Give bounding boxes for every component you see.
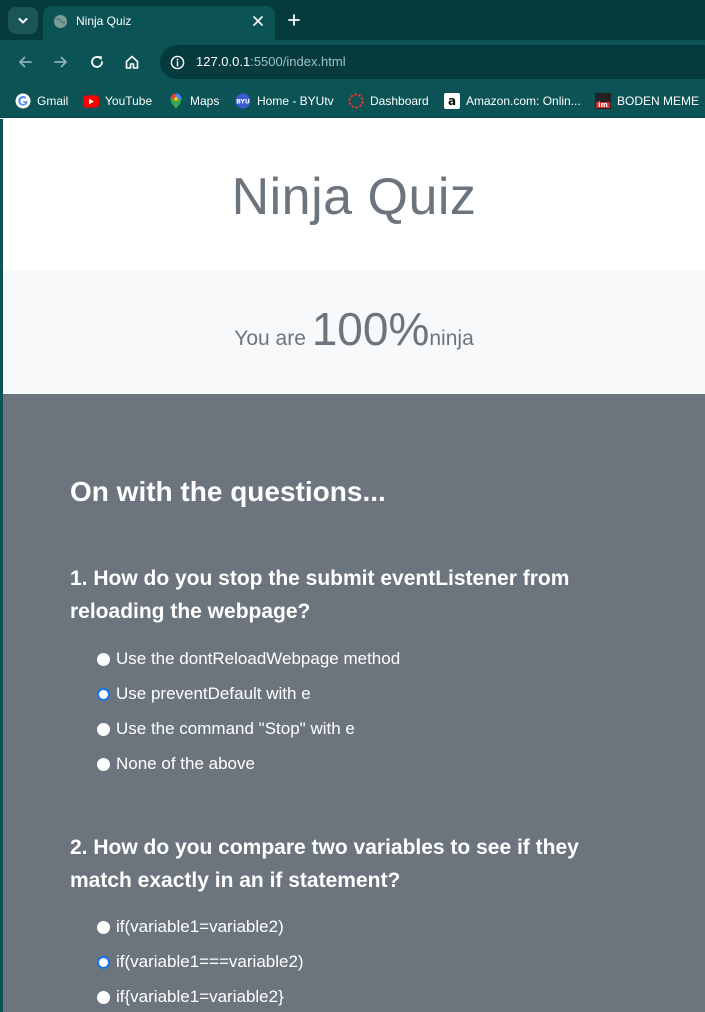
reload-button[interactable]	[85, 50, 109, 74]
quiz-heading: On with the questions...	[70, 476, 386, 507]
result-score: 100%	[311, 303, 430, 355]
url-text[interactable]: 127.0.0.1:5500/index.html	[196, 54, 346, 69]
question-1-option-a[interactable]: Use the dontReloadWebpage method	[97, 648, 400, 670]
result-prefix: You are	[234, 327, 312, 350]
bookmark-label: BODEN MEME	[617, 94, 700, 108]
question-2-text: 2. How do you compare two variables to s…	[70, 836, 579, 892]
bookmark-maps[interactable]: Maps	[168, 92, 219, 110]
back-button[interactable]	[13, 50, 37, 74]
home-icon	[125, 55, 139, 69]
question-1-text: 1. How do you stop the submit eventListe…	[70, 567, 570, 623]
result-text: You are 100%ninja	[0, 302, 705, 356]
arrow-right-icon	[54, 56, 67, 68]
google-icon	[15, 93, 31, 109]
radio-button[interactable]	[97, 955, 110, 969]
forward-button[interactable]	[49, 50, 73, 74]
option-label: if(variable1===variable2)	[116, 952, 304, 971]
bookmark-label: Home - BYUtv	[257, 94, 334, 108]
youtube-icon	[83, 93, 99, 109]
maps-pin-icon	[168, 93, 184, 109]
radio-button[interactable]	[97, 920, 110, 934]
tab-search-button[interactable]	[8, 7, 38, 34]
result-suffix: ninja	[429, 327, 474, 350]
close-icon	[253, 16, 263, 26]
tab-close-button[interactable]	[249, 12, 267, 30]
quiz-form: On with the questions... 1. How do you s…	[0, 394, 705, 1012]
question-1-option-c[interactable]: Use the command "Stop" with e	[97, 718, 355, 740]
radio-button[interactable]	[97, 990, 110, 1004]
option-label: if(variable1=variable2)	[116, 917, 284, 936]
question-1-option-b[interactable]: Use preventDefault with e	[97, 683, 311, 705]
bookmark-label: Dashboard	[370, 94, 429, 108]
globe-icon	[53, 14, 68, 29]
result-section: You are 100%ninja	[0, 270, 705, 394]
option-label: Use the command "Stop" with e	[116, 719, 355, 738]
question-1-option-d[interactable]: None of the above	[97, 753, 255, 775]
bookmark-label: Maps	[190, 94, 220, 108]
plus-icon	[288, 14, 300, 26]
bookmark-amazon[interactable]: a Amazon.com: Onlin...	[444, 92, 581, 110]
home-button[interactable]	[120, 50, 144, 74]
bookmark-label: Amazon.com: Onlin...	[466, 94, 581, 108]
tab-title: Ninja Quiz	[76, 14, 132, 28]
header-section: Ninja Quiz	[0, 119, 705, 270]
radio-button[interactable]	[97, 722, 110, 736]
active-tab[interactable]: Ninja Quiz	[43, 6, 275, 40]
byutv-icon: BYU	[235, 93, 251, 109]
option-label: Use preventDefault with e	[116, 684, 311, 703]
bookmark-youtube[interactable]: YouTube	[83, 92, 152, 110]
option-label: None of the above	[116, 754, 255, 773]
bookmark-dashboard[interactable]: Dashboard	[348, 92, 429, 110]
tab-strip: Ninja Quiz	[0, 0, 705, 40]
web-page: Ninja Quiz You are 100%ninja On with the…	[0, 119, 705, 1012]
imgflip-icon: im	[595, 93, 611, 109]
bookmark-boden-meme[interactable]: im BODEN MEME	[595, 92, 699, 110]
chevron-down-icon	[18, 17, 28, 23]
url-path: :5500/index.html	[250, 54, 346, 69]
bookmarks-bar: Gmail YouTube Maps BYU Home - BYUtv Dash…	[0, 84, 705, 118]
browser-toolbar: 127.0.0.1:5500/index.html	[0, 40, 705, 84]
radio-button[interactable]	[97, 687, 110, 701]
bookmark-label: YouTube	[105, 94, 153, 108]
new-tab-button[interactable]	[284, 10, 304, 30]
option-label: if{variable1=variable2}	[116, 987, 284, 1006]
info-icon	[170, 55, 184, 69]
bookmark-byutv[interactable]: BYU Home - BYUtv	[235, 92, 334, 110]
page-title: Ninja Quiz	[231, 168, 477, 226]
bookmark-label: Gmail	[37, 94, 69, 108]
dashboard-icon	[348, 93, 364, 109]
svg-text:BYU: BYU	[236, 99, 250, 106]
question-2-option-a[interactable]: if(variable1=variable2)	[97, 916, 284, 938]
url-host: 127.0.0.1	[196, 54, 251, 69]
site-info-button[interactable]	[168, 53, 186, 71]
window-edge	[0, 119, 3, 1012]
question-2-option-c[interactable]: if{variable1=variable2}	[97, 986, 284, 1008]
question-2-option-b[interactable]: if(variable1===variable2)	[97, 951, 304, 973]
radio-button[interactable]	[97, 757, 110, 771]
reload-icon	[91, 56, 103, 68]
svg-text:im: im	[598, 101, 608, 109]
address-bar[interactable]: 127.0.0.1:5500/index.html	[160, 45, 705, 79]
amazon-icon: a	[444, 93, 460, 109]
radio-button[interactable]	[97, 652, 110, 666]
svg-text:a: a	[448, 94, 456, 108]
arrow-left-icon	[19, 56, 32, 68]
bookmark-gmail[interactable]: Gmail	[15, 92, 68, 110]
option-label: Use the dontReloadWebpage method	[116, 649, 401, 668]
